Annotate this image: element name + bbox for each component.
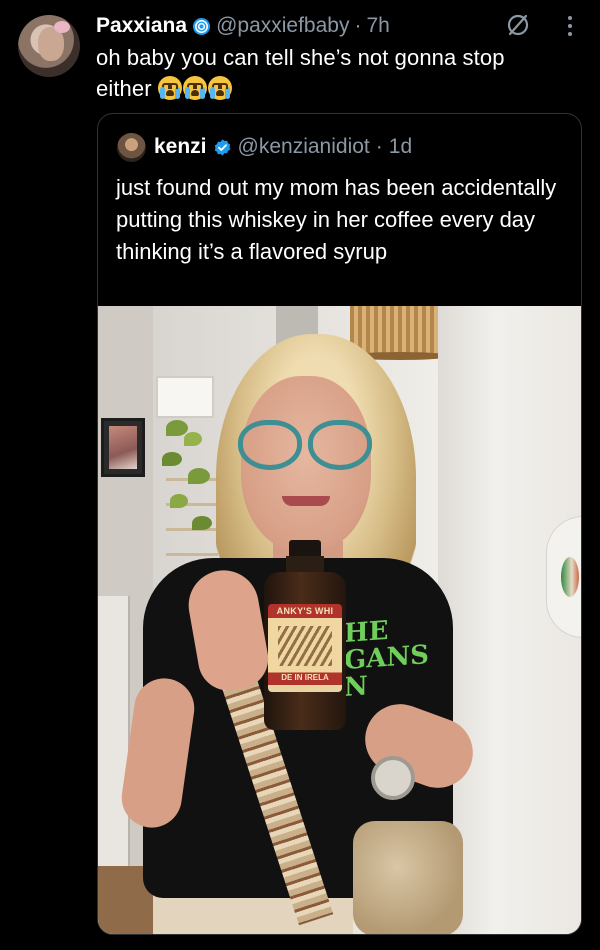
crying-face-emoji: [207, 76, 232, 100]
quoted-tweet[interactable]: kenzi @kenzianidiot · 1d just found out …: [97, 113, 582, 935]
wicker-lamp: [350, 306, 450, 360]
author-name[interactable]: Paxxiana: [96, 14, 187, 38]
affiliate-badge-icon: [193, 17, 211, 35]
author-avatar[interactable]: [18, 15, 80, 77]
tweet-text-body: oh baby you can tell she’s not gonna sto…: [96, 45, 505, 101]
wristwatch: [371, 756, 415, 800]
quoted-tweet-photo[interactable]: HE GANS N ANKY'S WHI DE IN IRELA: [98, 306, 581, 934]
quoted-author-handle[interactable]: @kenzianidiot: [238, 135, 370, 159]
quoted-author-avatar[interactable]: [117, 133, 146, 162]
verified-badge-icon: [214, 138, 230, 156]
bottle-label-top: ANKY'S WHI: [276, 606, 334, 616]
wall-picture-frame: [101, 418, 145, 477]
post-time[interactable]: 7h: [366, 14, 389, 38]
teal-glasses: [238, 420, 372, 470]
quoted-tweet-text: just found out my mom has been accidenta…: [116, 175, 557, 264]
quoted-post-time[interactable]: 1d: [389, 135, 412, 159]
crying-face-emoji: [157, 76, 182, 100]
quoted-tweet-header: kenzi @kenzianidiot · 1d: [154, 132, 412, 162]
more-icon[interactable]: [563, 12, 577, 40]
shirt-text-line: GANS: [344, 640, 429, 676]
quoted-separator-dot: ·: [375, 135, 383, 158]
author-handle[interactable]: @paxxiefbaby: [216, 14, 349, 38]
separator-dot: ·: [354, 14, 362, 37]
tweet-text: oh baby you can tell she’s not gonna sto…: [96, 42, 566, 104]
bottle-label-bottom: DE IN IRELA: [281, 673, 329, 682]
shirt-print: HE GANS N: [344, 615, 429, 703]
quoted-author-name[interactable]: kenzi: [154, 135, 207, 159]
shoulder-bag: [353, 821, 463, 934]
whiskey-bottle: ANKY'S WHI DE IN IRELA: [264, 540, 346, 730]
tweet-header: Paxxiana @paxxiefbaby · 7h: [96, 12, 390, 40]
grok-icon[interactable]: [505, 12, 531, 38]
crying-face-emoji: [182, 76, 207, 100]
